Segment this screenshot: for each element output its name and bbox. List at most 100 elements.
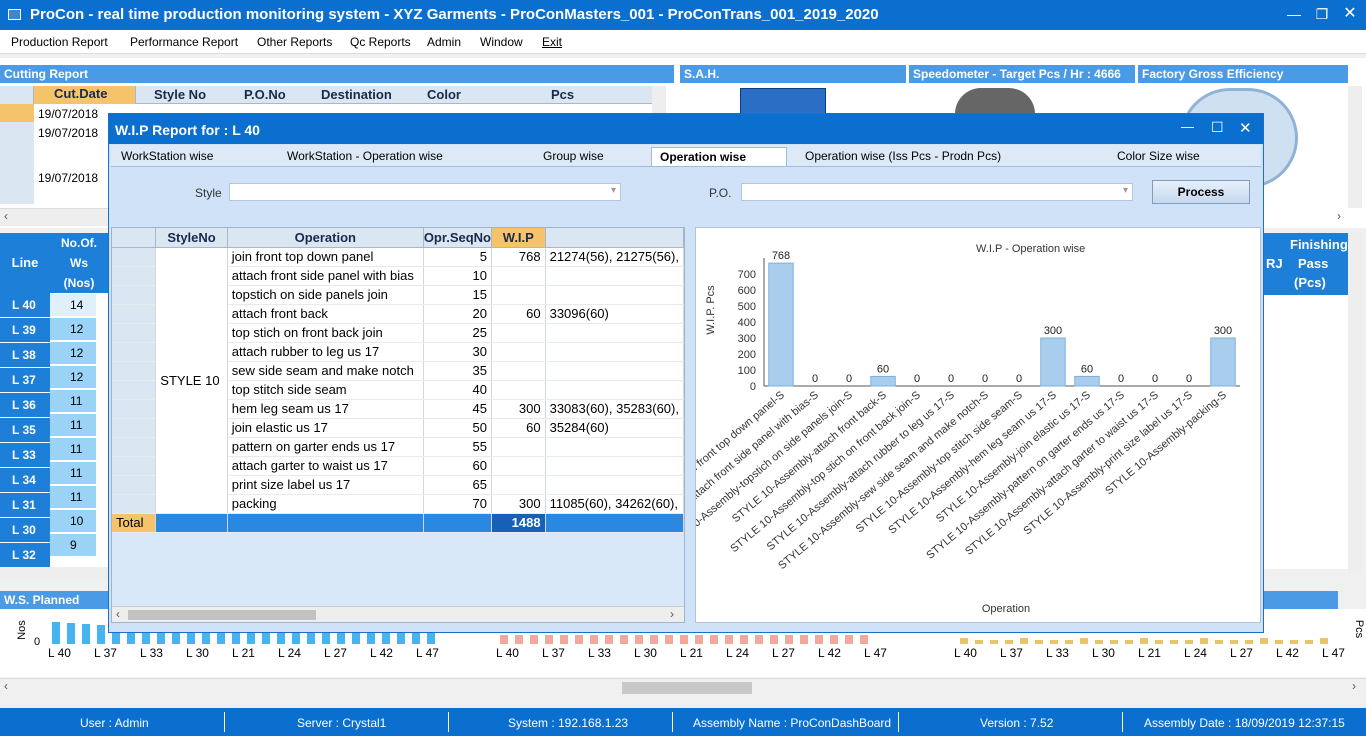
col-cut-date[interactable]: Cut.Date: [34, 86, 136, 104]
dialog-close-icon[interactable]: ✕: [1239, 119, 1252, 137]
sah-gauge: [740, 88, 826, 114]
ws-column: 14 12 12 12 11 11 11 11 11 10 9: [50, 293, 108, 558]
line-label[interactable]: L 36: [0, 393, 50, 418]
line-label[interactable]: L 32: [0, 543, 50, 568]
style-select[interactable]: [229, 183, 621, 201]
bar[interactable]: [1040, 337, 1066, 387]
line-label[interactable]: L 33: [0, 443, 50, 468]
bar-value-label: 0: [846, 373, 852, 385]
hscroll-thumb[interactable]: [622, 682, 752, 694]
y-tick-label: 500: [738, 301, 756, 313]
tab-workstation-operation-wise[interactable]: WorkStation - Operation wise: [287, 149, 443, 163]
line-label[interactable]: L 37: [0, 368, 50, 393]
line-label[interactable]: L 34: [0, 468, 50, 493]
cell-detail: [545, 285, 685, 305]
app-title: ProCon - real time production monitoring…: [30, 6, 879, 23]
bar-value-label: 0: [948, 373, 954, 385]
menu-admin[interactable]: Admin: [427, 35, 461, 49]
menu-performance-report[interactable]: Performance Report: [130, 35, 238, 49]
total-label: Total: [112, 513, 157, 533]
mini-bar: [620, 635, 628, 644]
minimize-icon[interactable]: —: [1282, 4, 1306, 24]
dialog-maximize-icon[interactable]: ☐: [1211, 119, 1224, 136]
restore-icon[interactable]: ❐: [1310, 4, 1334, 24]
bar[interactable]: [1210, 337, 1236, 387]
main-hscroll[interactable]: ‹ ›: [0, 678, 1366, 696]
close-icon[interactable]: ✕: [1338, 4, 1362, 24]
cell-op: join elastic us 17: [227, 418, 424, 438]
col-po-no[interactable]: P.O.No: [244, 87, 286, 102]
menu-window[interactable]: Window: [480, 35, 523, 49]
line-label[interactable]: L 40: [0, 293, 50, 318]
po-label: P.O.: [709, 186, 732, 200]
col-detail: [545, 228, 685, 248]
axis-label: L 42: [818, 646, 841, 660]
mini-bar: [1110, 640, 1118, 644]
line-label[interactable]: L 30: [0, 518, 50, 543]
axis-label: L 33: [140, 646, 163, 660]
line-label[interactable]: L 35: [0, 418, 50, 443]
bar-value-label: 0: [1016, 373, 1022, 385]
col-styleno[interactable]: StyleNo: [155, 228, 228, 248]
y-tick-label: 600: [738, 285, 756, 297]
process-button[interactable]: Process: [1152, 180, 1250, 204]
ws-col-header: No.Of. Ws (Nos): [50, 233, 108, 293]
col-color[interactable]: Color: [427, 87, 461, 102]
y-tick-label: 100: [738, 365, 756, 377]
tab-color-size-wise[interactable]: Color Size wise: [1117, 149, 1200, 163]
grid-hscroll[interactable]: ‹ ›: [112, 606, 684, 622]
ws-count: 11: [50, 462, 96, 484]
axis-label: L 30: [1092, 646, 1115, 660]
mini-bar: [1140, 638, 1148, 644]
mini-bar: [97, 625, 105, 644]
bar[interactable]: [768, 262, 794, 387]
mini-bar: [1050, 640, 1058, 644]
axis-label: L 47: [1322, 646, 1345, 660]
mini-bar: [560, 635, 568, 644]
cutting-report-header: Cutting Report: [0, 65, 674, 83]
menu-other-reports[interactable]: Other Reports: [257, 35, 332, 49]
axis-label: L 47: [864, 646, 887, 660]
status-version: Version : 7.52: [980, 716, 1054, 730]
col-style-no[interactable]: Style No: [154, 87, 206, 102]
wip-report-dialog: W.I.P Report for : L 40 — ☐ ✕ WorkStatio…: [108, 113, 1264, 633]
finishing-panel-header: Finishing RJ Pass (Pcs): [1264, 233, 1348, 293]
axis-label: L 21: [1138, 646, 1161, 660]
bar[interactable]: [1074, 375, 1100, 387]
axis-label: L 37: [1000, 646, 1023, 660]
col-pcs[interactable]: Pcs: [551, 87, 574, 102]
cell-seq: 35: [423, 361, 493, 381]
col-operation[interactable]: Operation: [227, 228, 424, 248]
menu-production-report[interactable]: Production Report: [11, 35, 108, 49]
line-label[interactable]: L 38: [0, 343, 50, 368]
po-select[interactable]: [741, 183, 1133, 201]
bar-value-label: 300: [1044, 325, 1062, 337]
tab-workstation-wise[interactable]: WorkStation wise: [121, 149, 213, 163]
mini-bar: [830, 635, 838, 644]
line-label[interactable]: L 31: [0, 493, 50, 518]
menu-exit[interactable]: Exit: [542, 35, 562, 49]
cell-detail: [545, 323, 685, 343]
line-label[interactable]: L 39: [0, 318, 50, 343]
cell-detail: [545, 456, 685, 476]
cell-wip: 300: [491, 399, 546, 419]
ws-count: 11: [50, 438, 96, 460]
mini-bar: [695, 635, 703, 644]
col-destination[interactable]: Destination: [321, 87, 392, 102]
cell-seq: 65: [423, 475, 493, 495]
grid-hscroll-thumb[interactable]: [128, 610, 316, 620]
table-row[interactable]: STYLE 10 join front top down panel 5 768 212…: [112, 247, 685, 514]
cell-detail: [545, 342, 685, 362]
bar[interactable]: [870, 375, 896, 387]
col-opr-seqno[interactable]: Opr.SeqNo: [423, 228, 493, 248]
cell-seq: 15: [423, 285, 493, 305]
tab-operation-wise[interactable]: Operation wise: [651, 147, 788, 166]
col-wip[interactable]: W.I.P: [491, 228, 546, 248]
tab-group-wise[interactable]: Group wise: [543, 149, 604, 163]
tab-operation-wise-iss[interactable]: Operation wise (Iss Pcs - Prodn Pcs): [805, 149, 1001, 163]
mini-bar: [785, 635, 793, 644]
menu-qc-reports[interactable]: Qc Reports: [350, 35, 411, 49]
cell-seq: 40: [423, 380, 493, 400]
dialog-minimize-icon[interactable]: —: [1181, 119, 1194, 134]
wip-chart: W.I.P - Operation wise W.I.P. Pcs Operat…: [598, 227, 1261, 623]
